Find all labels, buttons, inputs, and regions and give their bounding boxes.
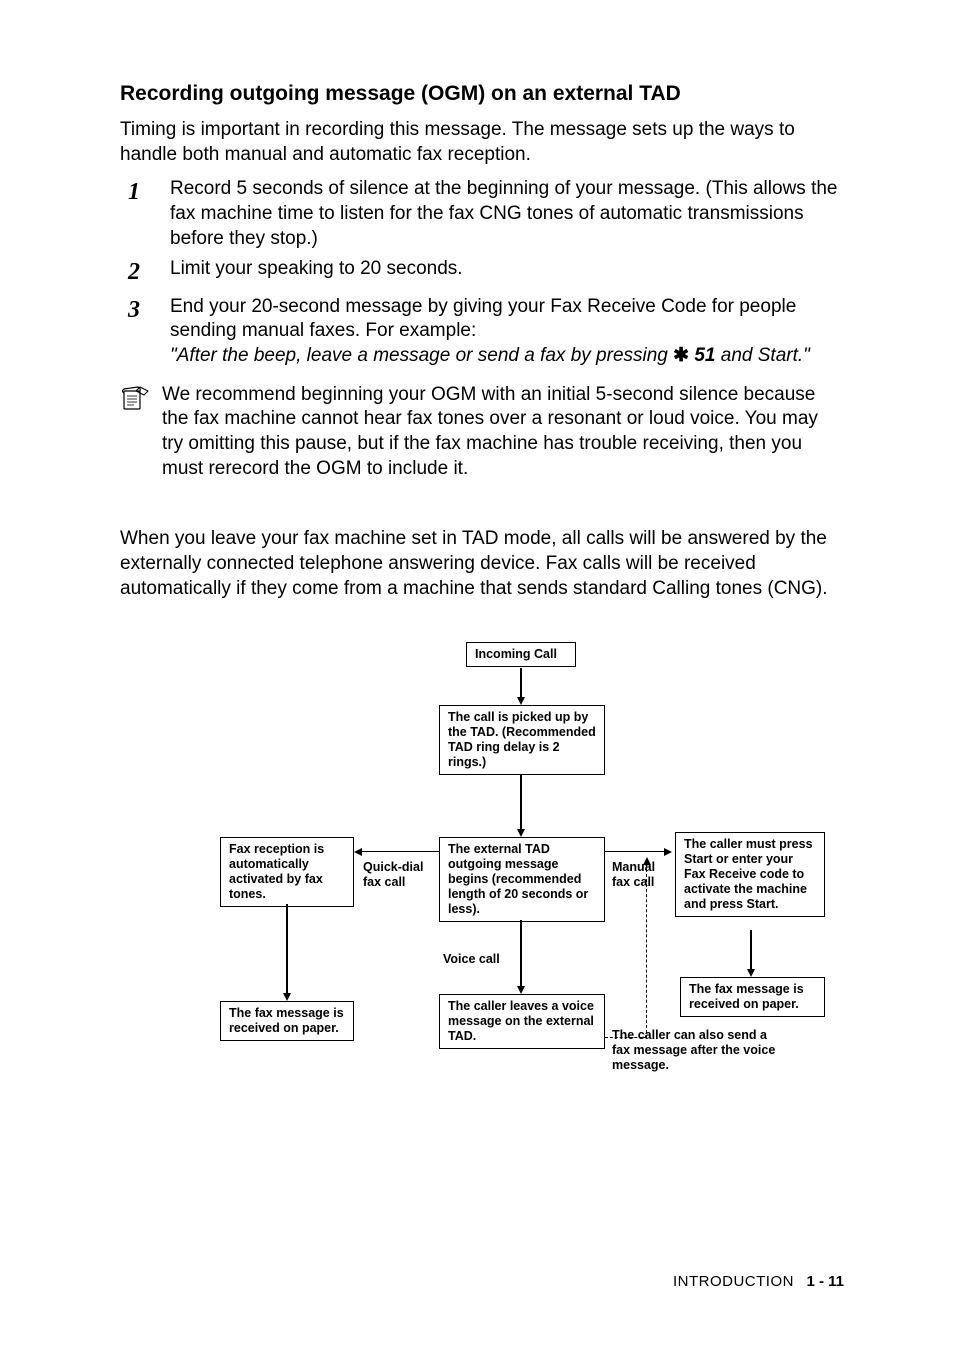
flowchart: Incoming Call The call is picked up by t… (168, 642, 828, 1112)
step-text-main: End your 20-second message by giving you… (170, 296, 796, 342)
flow-picked-up: The call is picked up by the TAD. (Recom… (439, 705, 605, 775)
flow-voice-label: Voice call (443, 952, 500, 967)
note-block: We recommend beginning your OGM with an … (120, 383, 844, 482)
step-number: 3 (128, 295, 170, 369)
step-2: 2 Limit your speaking to 20 seconds. (128, 257, 844, 288)
note-icon (120, 383, 162, 482)
flow-after-voice: The caller can also send a fax message a… (612, 1028, 787, 1073)
steps-list: 1 Record 5 seconds of silence at the beg… (128, 177, 844, 368)
example-post: and Start." (716, 345, 810, 366)
flow-fax-auto: Fax reception is automatically activated… (220, 837, 354, 907)
note-text: We recommend beginning your OGM with an … (162, 383, 844, 482)
intro-paragraph: Timing is important in recording this me… (120, 118, 844, 167)
flow-quick-dial-label: Quick-dial fax call (363, 860, 432, 890)
section-heading: Recording outgoing message (OGM) on an e… (120, 82, 844, 106)
flow-incoming-call: Incoming Call (466, 642, 576, 667)
step-text: End your 20-second message by giving you… (170, 295, 844, 369)
flow-fax-right: The fax message is received on paper. (680, 977, 825, 1017)
step-text: Limit your speaking to 20 seconds. (170, 257, 844, 288)
flow-fax-left: The fax message is received on paper. (220, 1001, 354, 1041)
page-footer: INTRODUCTION 1 - 11 (673, 1273, 844, 1290)
example-code: 51 (694, 345, 715, 366)
flow-caller-press: The caller must press Start or enter you… (675, 832, 825, 917)
flow-ogm: The external TAD outgoing message begins… (439, 837, 605, 922)
footer-section: INTRODUCTION (673, 1273, 794, 1290)
star-icon: ✱ (673, 345, 694, 366)
flow-voice-msg: The caller leaves a voice message on the… (439, 994, 605, 1049)
step-text: Record 5 seconds of silence at the begin… (170, 177, 844, 251)
step-example: "After the beep, leave a message or send… (170, 345, 810, 366)
example-pre: "After the beep, leave a message or send… (170, 345, 673, 366)
step-3: 3 End your 20-second message by giving y… (128, 295, 844, 369)
step-1: 1 Record 5 seconds of silence at the beg… (128, 177, 844, 251)
footer-page: 1 - 11 (806, 1273, 844, 1290)
step-number: 2 (128, 257, 170, 288)
step-number: 1 (128, 177, 170, 251)
flow-manual-label: Manual fax call (612, 860, 667, 890)
tad-paragraph: When you leave your fax machine set in T… (120, 527, 844, 601)
